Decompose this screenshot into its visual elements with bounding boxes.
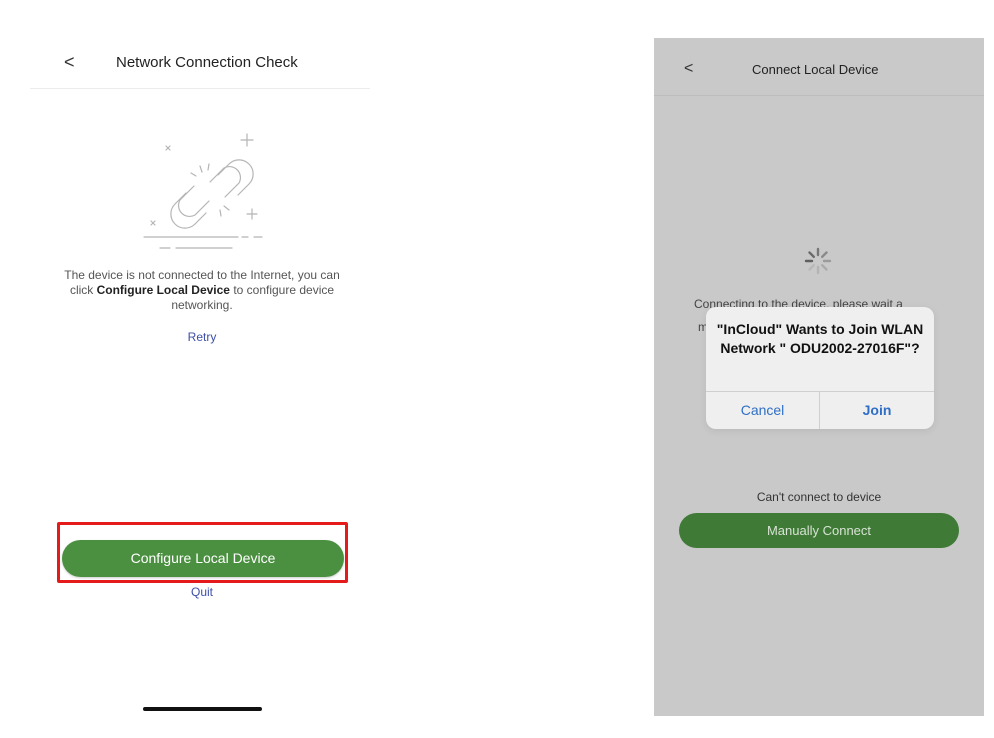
configure-local-device-button[interactable]: Configure Local Device <box>62 540 344 577</box>
not-connected-message: The device is not connected to the Inter… <box>60 268 344 313</box>
cancel-button[interactable]: Cancel <box>706 391 819 429</box>
page-title: Network Connection Check <box>116 54 298 71</box>
back-icon[interactable]: < <box>64 52 75 73</box>
manually-connect-button[interactable]: Manually Connect <box>679 513 959 548</box>
loading-spinner-icon <box>804 247 832 275</box>
join-network-alert: "InCloud" Wants to Join WLAN Network " O… <box>706 307 934 429</box>
retry-link[interactable]: Retry <box>150 330 254 344</box>
nav-bar: < Network Connection Check <box>30 42 370 89</box>
quit-link[interactable]: Quit <box>150 585 254 599</box>
nav-bar: < Connect Local Device <box>654 38 984 96</box>
message-bold: Configure Local Device <box>96 283 230 297</box>
home-indicator[interactable] <box>143 707 262 711</box>
broken-link-icon <box>143 133 263 249</box>
page-title: Connect Local Device <box>752 62 879 77</box>
network-check-screen: < Network Connection Check The device is… <box>0 0 400 738</box>
cant-connect-label: Can't connect to device <box>756 490 882 504</box>
connect-local-device-screen: < Connect Local Device Connecting to the… <box>654 38 984 716</box>
back-icon[interactable]: < <box>684 60 693 78</box>
alert-title: "InCloud" Wants to Join WLAN Network " O… <box>716 321 924 356</box>
join-button[interactable]: Join <box>820 391 934 429</box>
